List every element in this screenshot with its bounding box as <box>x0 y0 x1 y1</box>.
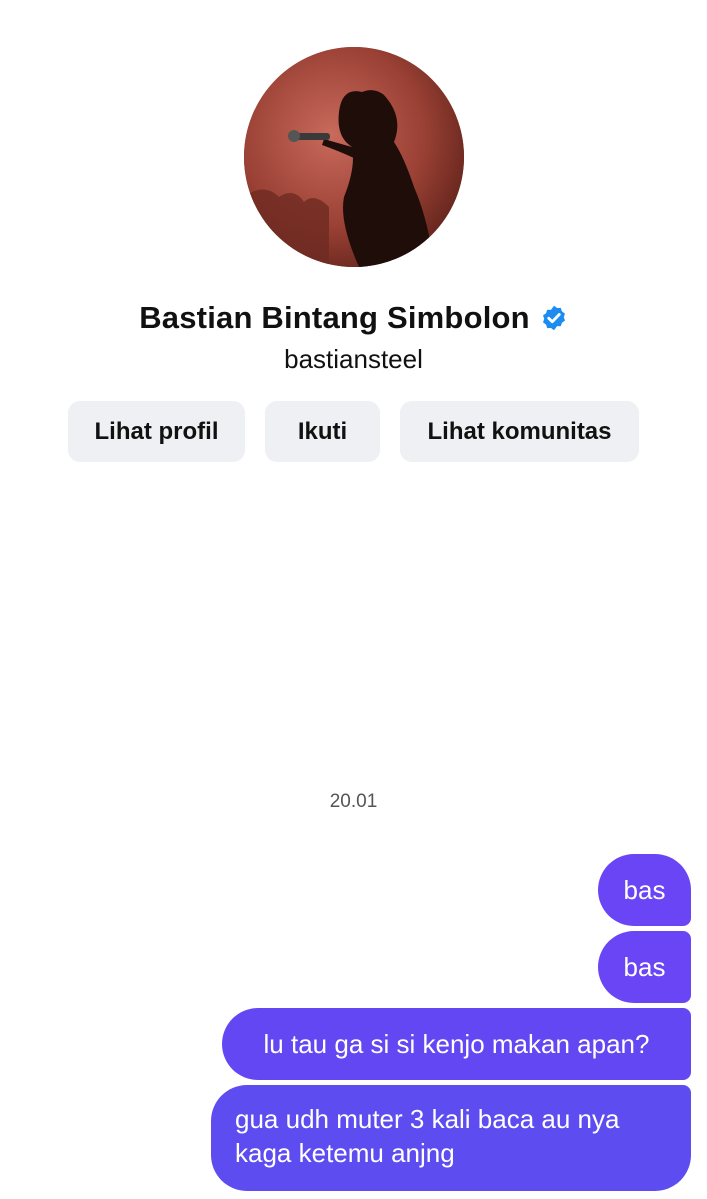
avatar-photo <box>244 47 464 267</box>
message-bubble[interactable]: lu tau ga si si kenjo makan apan? <box>222 1008 691 1080</box>
view-community-button[interactable]: Lihat komunitas <box>400 401 639 462</box>
verified-badge-icon <box>540 304 568 332</box>
message-bubble[interactable]: bas <box>598 931 691 1003</box>
profile-avatar[interactable] <box>244 47 464 267</box>
follow-button[interactable]: Ikuti <box>265 401 380 462</box>
message-bubble[interactable]: gua udh muter 3 kali baca au nya kaga ke… <box>211 1085 691 1191</box>
view-profile-button[interactable]: Lihat profil <box>68 401 245 462</box>
message-timestamp: 20.01 <box>329 791 378 812</box>
profile-handle: bastiansteel <box>284 344 423 374</box>
message-bubble[interactable]: bas <box>598 854 691 926</box>
profile-name: Bastian Bintang Simbolon <box>139 300 530 335</box>
profile-name-row: Bastian Bintang Simbolon <box>0 300 707 336</box>
